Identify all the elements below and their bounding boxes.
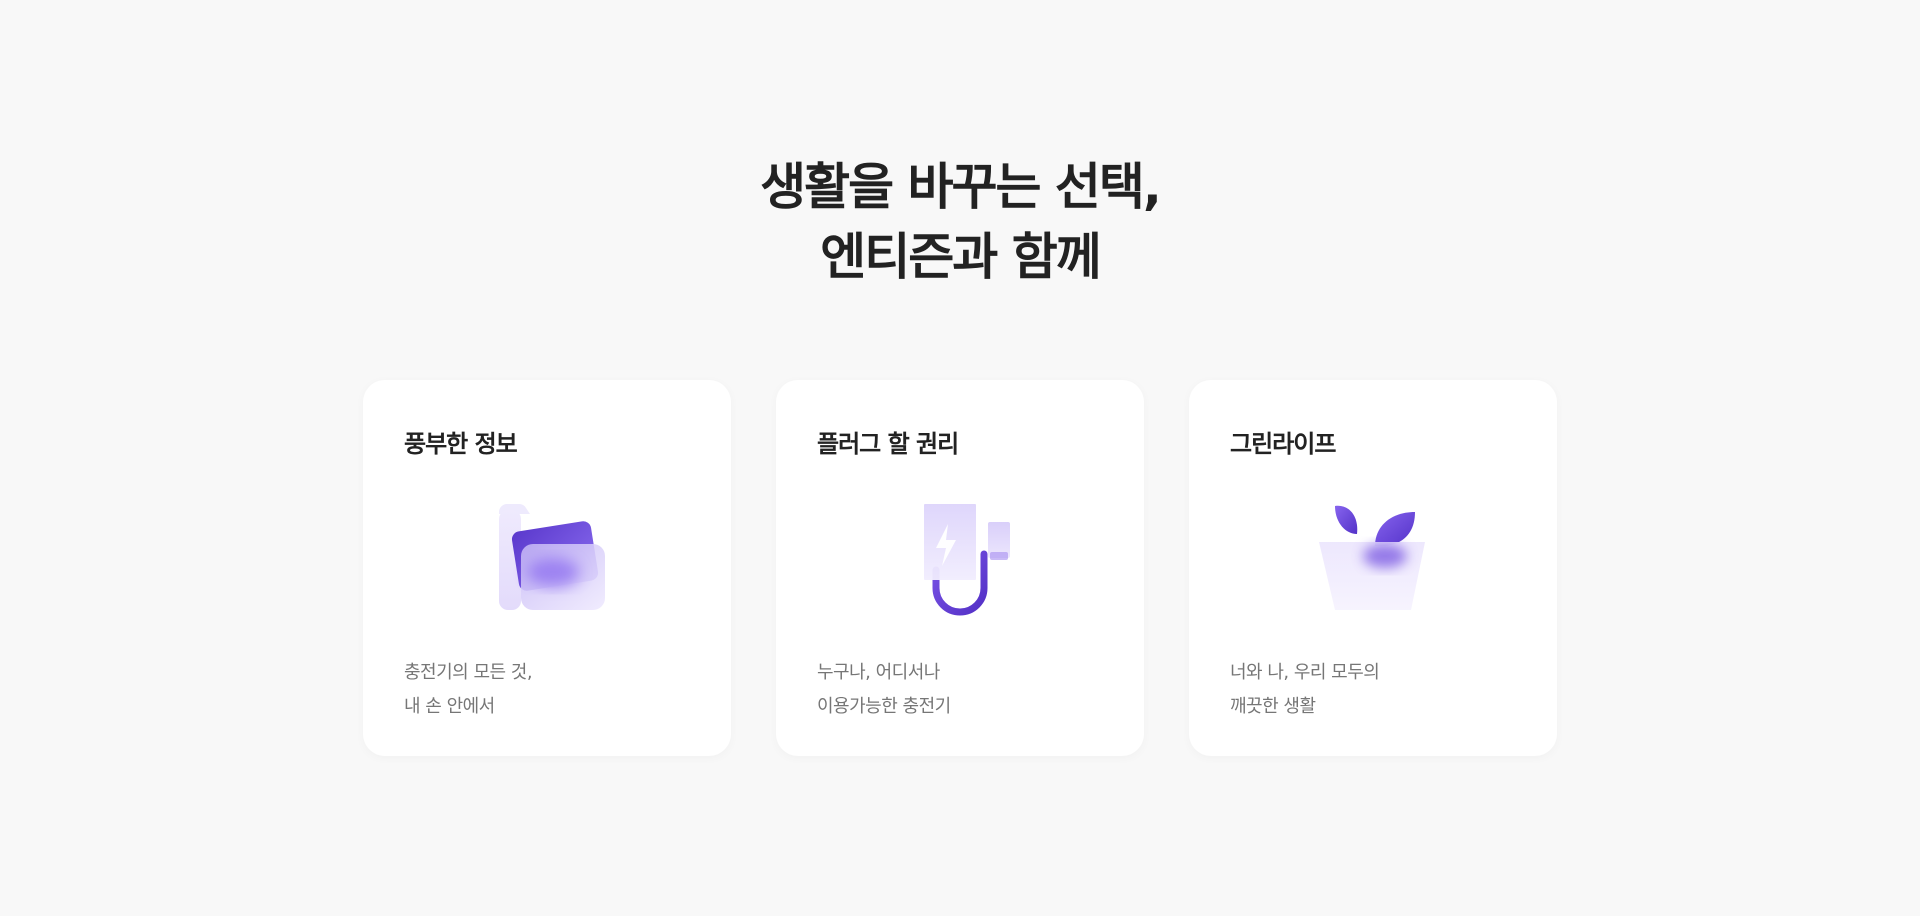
card-title: 그린라이프 [1230,430,1336,458]
headline-line-1: 생활을 바꾸는 선택, [760,158,1162,216]
card-desc-line-1: 충전기의 모든 것, [404,662,533,683]
card-desc-line-1: 누구나, 어디서나 [817,662,940,683]
card-desc-line-2: 깨끗한 생활 [1230,696,1316,717]
card-title: 플러그 할 권리 [817,430,959,458]
card-description: 충전기의 모든 것, 내 손 안에서 [404,656,533,724]
feature-card-green: 그린라이프 너와 나, 우리 모두의 깨끗한 생활 [1189,380,1557,756]
card-desc-line-2: 이용가능한 충전기 [817,696,951,717]
card-desc-line-2: 내 손 안에서 [404,696,495,717]
plant-pot-icon [1315,500,1431,616]
feature-card-plug: 플러그 할 권리 누구나, 어디서나 이용가능한 충전기 [776,380,1144,756]
charger-plug-icon [902,500,1018,616]
card-description: 누구나, 어디서나 이용가능한 충전기 [817,656,951,724]
folder-icon [489,500,605,616]
card-desc-line-1: 너와 나, 우리 모두의 [1230,662,1380,683]
feature-cards: 풍부한 정보 충전기의 모든 것, 내 손 안에서 플러그 할 권리 누구나, … [363,380,1557,756]
section-headline: 생활을 바꾸는 선택, 엔티즌과 함께 [0,152,1920,292]
feature-card-info: 풍부한 정보 충전기의 모든 것, 내 손 안에서 [363,380,731,756]
card-description: 너와 나, 우리 모두의 깨끗한 생활 [1230,656,1380,724]
card-title: 풍부한 정보 [404,430,518,458]
feature-section: 생활을 바꾸는 선택, 엔티즌과 함께 풍부한 정보 충전기의 모든 것, 내 … [0,0,1920,916]
headline-line-2: 엔티즌과 함께 [820,228,1101,286]
